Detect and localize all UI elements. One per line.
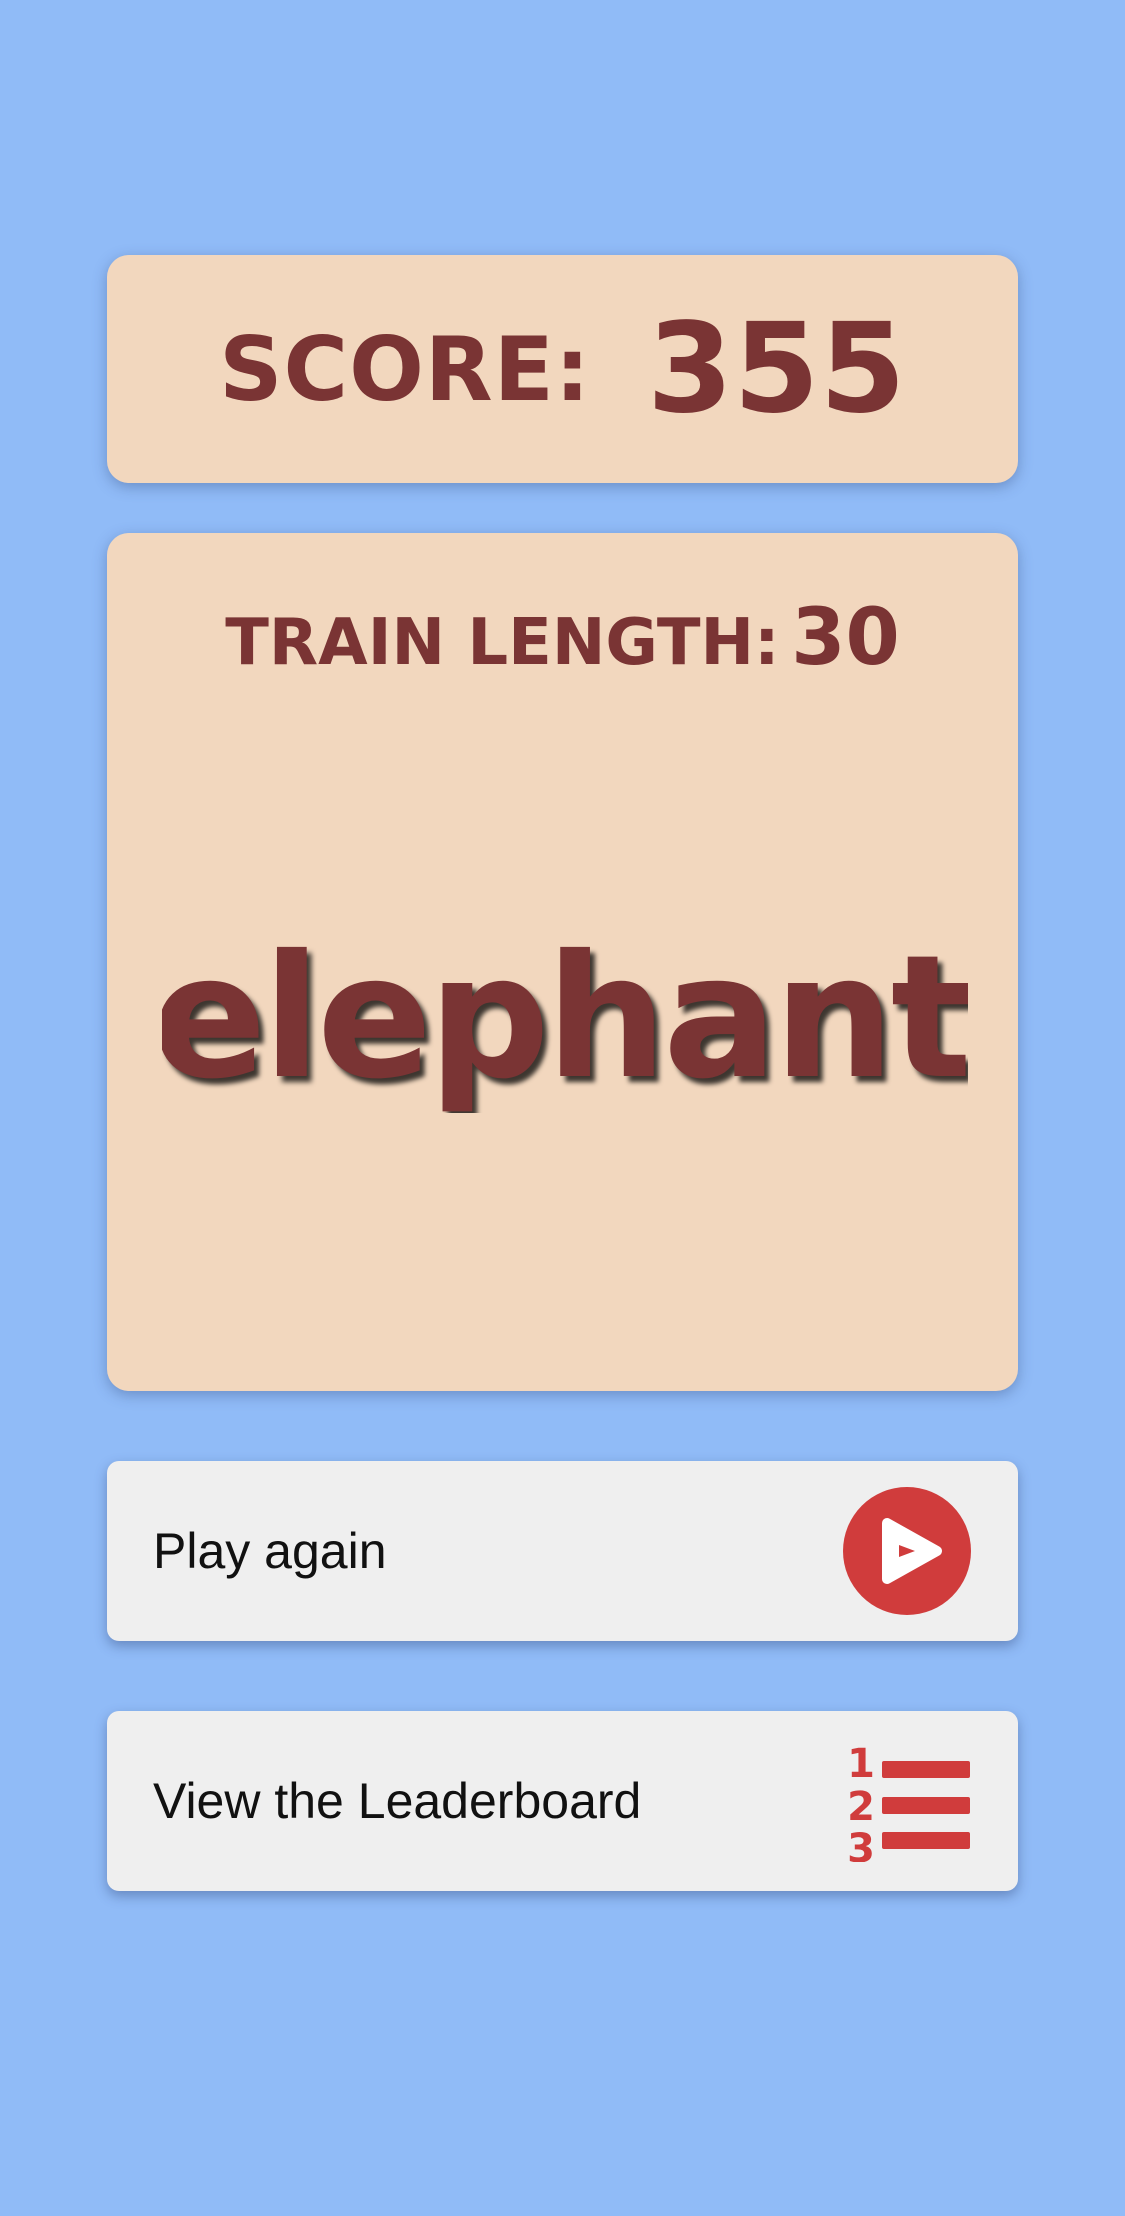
word-train-text: atelephant [162,923,968,1113]
ranked-list-icon: 1 2 3 [848,1741,970,1862]
train-length-row: TRAIN LENGTH: 30 [107,593,1018,683]
score-value: 355 [647,297,906,441]
leaderboard-icon-rank-2: 2 [848,1784,875,1830]
train-card: TRAIN LENGTH: 30 atelephant [107,533,1018,1391]
leaderboard-button[interactable]: View the Leaderboard 1 2 3 [107,1711,1018,1891]
play-circle-icon [843,1487,971,1615]
score-label: SCORE: [219,317,591,421]
word-train-viewport: atelephant [162,923,968,1113]
train-length-label: TRAIN LENGTH: [225,606,780,680]
play-again-label: Play again [153,1523,387,1579]
score-card: SCORE: 355 [107,255,1018,483]
leaderboard-label: View the Leaderboard [153,1773,642,1829]
leaderboard-icon-rank-3: 3 [848,1826,875,1862]
play-again-button[interactable]: Play again [107,1461,1018,1641]
train-length-value: 30 [791,593,900,683]
leaderboard-icon-rank-1: 1 [848,1741,875,1787]
